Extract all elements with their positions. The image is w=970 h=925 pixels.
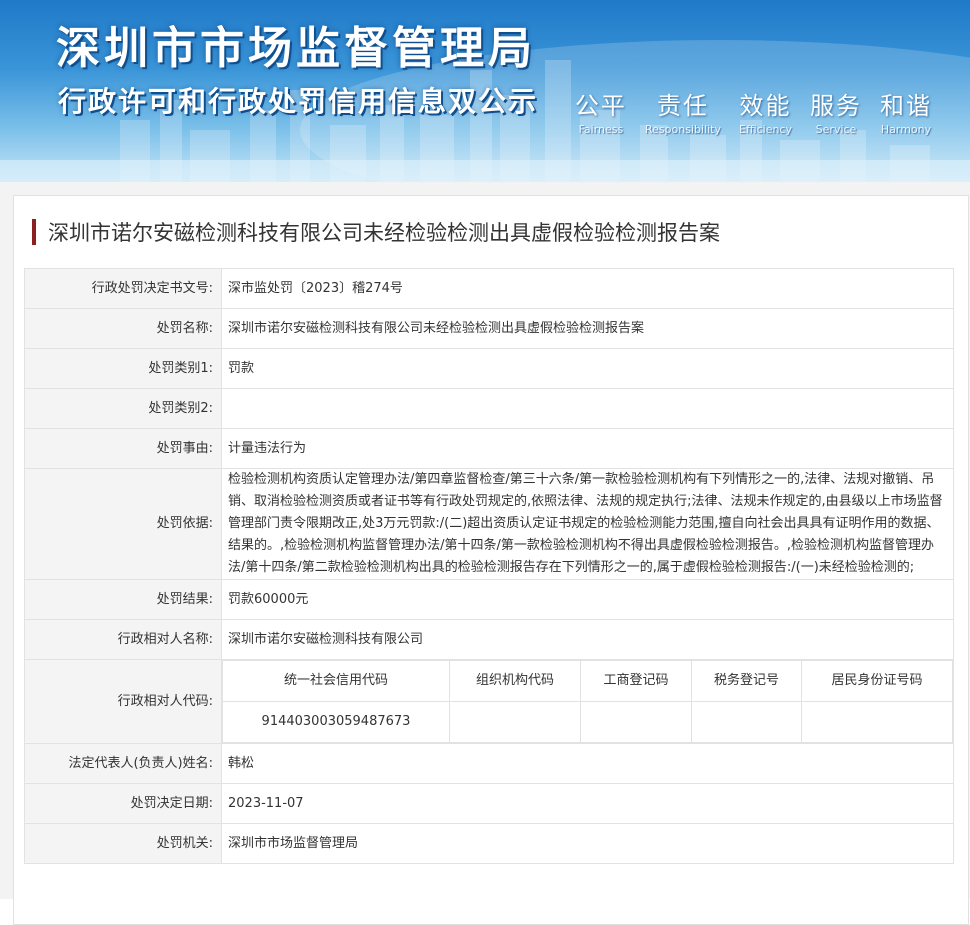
slogan-efficiency: 效能 Efficiency [739,86,792,136]
slogan-zh: 公平 [574,92,627,120]
table-row: 法定代表人(负责人)姓名: 韩松 [24,743,954,784]
content-area: 深圳市诺尔安磁检测科技有限公司未经检验检测出具虚假检验检测报告案 行政处罚决定书… [0,182,970,925]
slogan-zh: 效能 [739,92,792,120]
legal-rep-label: 法定代表人(负责人)姓名: [24,743,222,784]
slogan-zh: 服务 [810,92,862,120]
slogan-fairness: 公平 Fairness [575,86,627,136]
code-header: 税务登记号 [691,660,802,702]
decision-no-value: 深市监处罚〔2023〕稽274号 [221,268,954,309]
slogan-en: Efficiency [739,123,792,136]
decision-date-label: 处罚决定日期: [24,783,222,824]
result-label: 处罚结果: [24,579,222,620]
code-value [580,701,692,743]
party-name-label: 行政相对人名称: [24,619,222,660]
authority-value: 深圳市市场监督管理局 [221,823,954,864]
case-info-table: 行政处罚决定书文号: 深市监处罚〔2023〕稽274号 处罚名称: 深圳市诺尔安… [24,268,954,864]
slogan-responsibility: 责任 Responsibility [645,86,721,136]
code-header: 工商登记码 [580,660,692,702]
category2-label: 处罚类别2: [24,388,222,429]
decision-no-label: 行政处罚决定书文号: [24,268,222,309]
party-code-cell: 统一社会信用代码 组织机构代码 工商登记码 税务登记号 居民身份证号码 9144… [221,659,954,744]
penalty-name-label: 处罚名称: [24,308,222,349]
penalty-name-value: 深圳市诺尔安磁检测科技有限公司未经检验检测出具虚假检验检测报告案 [221,308,954,349]
decision-date-value: 2023-11-07 [221,783,954,824]
table-row: 行政相对人名称: 深圳市诺尔安磁检测科技有限公司 [24,619,954,660]
reason-value: 计量违法行为 [221,428,954,469]
code-value [691,701,802,743]
table-row: 处罚结果: 罚款60000元 [24,579,954,620]
slogan-service: 服务 Service [810,86,862,136]
site-title: 深圳市市场监督管理局 [56,23,536,74]
site-subtitle: 行政许可和行政处罚信用信息双公示 [58,85,539,118]
table-row: 行政相对人代码: 统一社会信用代码 组织机构代码 工商登记码 税务登记号 居民身… [24,659,954,744]
basis-label: 处罚依据: [24,468,222,580]
code-header: 组织机构代码 [449,660,581,702]
table-row: 处罚决定日期: 2023-11-07 [24,783,954,824]
category1-label: 处罚类别1: [24,348,222,389]
code-value [801,701,953,743]
category1-value: 罚款 [221,348,954,389]
header-banner: 深圳市市场监督管理局 行政许可和行政处罚信用信息双公示 公平 Fairness … [0,0,970,182]
basis-value: 检验检测机构资质认定管理办法/第四章监督检查/第三十六条/第一款检验检测机构有下… [221,468,954,580]
code-value-row: 914403003059487673 [222,701,953,743]
party-code-table: 统一社会信用代码 组织机构代码 工商登记码 税务登记号 居民身份证号码 9144… [222,660,953,743]
table-row: 处罚类别1: 罚款 [24,348,954,389]
reason-label: 处罚事由: [24,428,222,469]
case-title: 深圳市诺尔安磁检测科技有限公司未经检验检测出具虚假检验检测报告案 [24,196,958,268]
slogan-group: 公平 Fairness 责任 Responsibility 效能 Efficie… [575,86,932,136]
slogan-en: Responsibility [644,123,721,136]
slogan-en: Fairness [578,123,624,136]
authority-label: 处罚机关: [24,823,222,864]
code-value: 914403003059487673 [222,701,450,743]
title-accent-bar [32,219,36,245]
table-row: 处罚依据: 检验检测机构资质认定管理办法/第四章监督检查/第三十六条/第一款检验… [24,468,954,580]
slogan-zh: 责任 [656,92,709,120]
table-row: 处罚类别2: [24,388,954,429]
code-header: 居民身份证号码 [801,660,953,702]
slogan-harmony: 和谐 Harmony [880,86,932,136]
table-row: 处罚名称: 深圳市诺尔安磁检测科技有限公司未经检验检测出具虚假检验检测报告案 [24,308,954,349]
legal-rep-value: 韩松 [221,743,954,784]
table-row: 处罚事由: 计量违法行为 [24,428,954,469]
case-title-text: 深圳市诺尔安磁检测科技有限公司未经检验检测出具虚假检验检测报告案 [48,221,720,245]
case-detail-card: 深圳市诺尔安磁检测科技有限公司未经检验检测出具虚假检验检测报告案 行政处罚决定书… [13,195,969,925]
table-row: 处罚机关: 深圳市市场监督管理局 [24,823,954,864]
result-value: 罚款60000元 [221,579,954,620]
slogan-zh: 和谐 [880,92,932,120]
code-header-row: 统一社会信用代码 组织机构代码 工商登记码 税务登记号 居民身份证号码 [222,660,953,702]
slogan-en: Harmony [880,123,932,136]
code-header: 统一社会信用代码 [222,660,450,702]
party-name-value: 深圳市诺尔安磁检测科技有限公司 [221,619,954,660]
table-row: 行政处罚决定书文号: 深市监处罚〔2023〕稽274号 [24,268,954,309]
party-code-label: 行政相对人代码: [24,659,222,744]
category2-value [221,388,954,429]
code-value [449,701,581,743]
slogan-en: Service [815,123,857,136]
